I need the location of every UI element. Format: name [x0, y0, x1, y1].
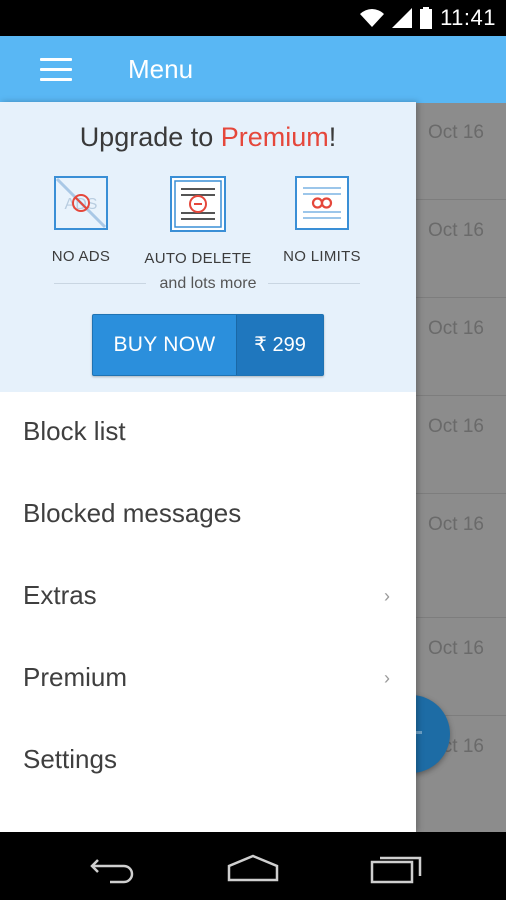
- home-icon[interactable]: [223, 850, 283, 886]
- buy-now-label: BUY NOW: [113, 333, 216, 356]
- message-date: Oct 16: [428, 416, 484, 437]
- status-bar: 11:41: [0, 0, 506, 36]
- menu-item-blocked-messages[interactable]: Blocked messages: [0, 474, 416, 556]
- message-date: Oct 16: [428, 638, 484, 659]
- status-icons: 11:41: [360, 4, 496, 32]
- screen: 11:41 Oct 16 Oct 16 Oct 16 Oct 16 Oct 16…: [0, 0, 506, 900]
- premium-promo: Upgrade to Premium! ADS NO ADS AUTO DELE…: [0, 102, 416, 392]
- recent-apps-icon[interactable]: [366, 850, 426, 886]
- no-ads-icon: ADS: [54, 176, 108, 230]
- list-item: Oct 16: [410, 494, 506, 618]
- feature-auto-delete: AUTO DELETE: [133, 176, 263, 267]
- promo-title: Upgrade to Premium!: [0, 122, 416, 153]
- chevron-right-icon: ›: [384, 668, 390, 688]
- message-date: Oct 16: [428, 220, 484, 241]
- wifi-icon: [360, 9, 385, 27]
- buy-now-button[interactable]: BUY NOW ₹ 299: [92, 314, 324, 376]
- list-item: Oct 16: [410, 298, 506, 396]
- no-limits-icon: [295, 176, 349, 230]
- feature-no-ads: ADS NO ADS: [16, 176, 146, 265]
- hamburger-menu-icon[interactable]: [40, 58, 74, 82]
- promo-title-suffix: !: [328, 122, 337, 152]
- list-item: Oct 16: [410, 396, 506, 494]
- menu-item-extras[interactable]: Extras ›: [0, 556, 416, 638]
- message-date: Oct 16: [428, 514, 484, 535]
- list-item: Oct 16: [410, 102, 506, 200]
- message-date: Oct 16: [428, 318, 484, 339]
- menu-item-label: Blocked messages: [23, 498, 242, 528]
- feature-label: NO ADS: [51, 248, 111, 265]
- status-time: 11:41: [440, 5, 496, 30]
- feature-label: AUTO DELETE: [144, 250, 252, 267]
- app-bar: Menu: [0, 36, 506, 103]
- menu-item-label: Premium: [23, 662, 128, 692]
- menu-item-label: Extras: [23, 580, 97, 610]
- signal-icon: [392, 8, 413, 28]
- message-date: Oct 16: [428, 122, 484, 143]
- price-label: ₹ 299: [236, 315, 323, 375]
- battery-icon: [420, 7, 433, 29]
- feature-label: NO LIMITS: [283, 248, 361, 265]
- drawer-menu-list: Block list Blocked messages Extras › Pre…: [0, 392, 416, 802]
- back-icon[interactable]: [84, 850, 144, 886]
- menu-item-settings[interactable]: Settings: [0, 720, 416, 802]
- menu-item-block-list[interactable]: Block list: [0, 392, 416, 474]
- menu-item-label: Block list: [23, 416, 126, 446]
- promo-title-accent: Premium: [220, 122, 329, 152]
- feature-no-limits: NO LIMITS: [257, 176, 387, 265]
- auto-delete-icon: [170, 176, 226, 232]
- app-bar-title: Menu: [128, 54, 194, 84]
- menu-item-premium[interactable]: Premium ›: [0, 638, 416, 720]
- promo-title-prefix: Upgrade to: [79, 122, 221, 152]
- chevron-right-icon: ›: [384, 586, 390, 606]
- list-item: Oct 16: [410, 200, 506, 298]
- system-nav-bar: [0, 832, 506, 900]
- navigation-drawer: Upgrade to Premium! ADS NO ADS AUTO DELE…: [0, 102, 416, 832]
- promo-more-text: and lots more: [159, 275, 257, 292]
- menu-item-label: Settings: [23, 744, 117, 774]
